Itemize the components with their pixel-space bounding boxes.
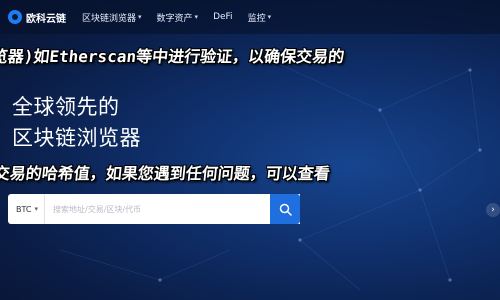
nav-item-label: 数字资产 xyxy=(156,13,193,24)
search-input[interactable] xyxy=(45,194,300,224)
chevron-down-icon: ▾ xyxy=(194,13,199,21)
brand-name: 欧科云链 xyxy=(26,13,66,25)
chevron-down-icon: ▾ xyxy=(34,205,39,213)
brand-logo-icon xyxy=(8,10,22,24)
nav-item-label: 区块链浏览器 xyxy=(82,13,137,24)
chevron-right-icon[interactable]: › xyxy=(486,203,500,217)
nav-item-assets[interactable]: 数字资产 ▾ xyxy=(157,11,199,24)
chevron-down-icon: ▾ xyxy=(138,13,142,21)
hero-title-line2: 区块链浏览器 xyxy=(12,126,141,150)
nav-item-label: DeFi xyxy=(213,12,233,22)
overlay-caption-top: 览器)如Etherscan等中进行验证，以确保交易的 xyxy=(0,47,346,66)
coin-select-value: BTC xyxy=(16,204,32,214)
nav-item-monitor[interactable]: 监控 ▾ xyxy=(248,11,272,24)
search-icon xyxy=(279,203,292,216)
top-navigation: 欧科云链 区块链浏览器 ▾ 数字资产 ▾ DeFi 监控 ▾ xyxy=(0,0,500,34)
search-bar: BTC ▾ xyxy=(8,194,300,224)
overlay-caption-bottom: 交易的哈希值，如果您遇到任何问题，可以查看 xyxy=(0,164,331,183)
nav-item-defi[interactable]: DeFi xyxy=(213,12,233,22)
coin-select[interactable]: BTC ▾ xyxy=(8,194,46,224)
nav-item-explorer[interactable]: 区块链浏览器 ▾ xyxy=(82,11,142,24)
nav-item-label: 监控 xyxy=(247,13,266,24)
brand[interactable]: 欧科云链 xyxy=(8,10,66,25)
hero-title-line1: 全球领先的 xyxy=(12,95,120,119)
chevron-down-icon: ▾ xyxy=(267,13,272,21)
search-button[interactable] xyxy=(270,194,300,224)
